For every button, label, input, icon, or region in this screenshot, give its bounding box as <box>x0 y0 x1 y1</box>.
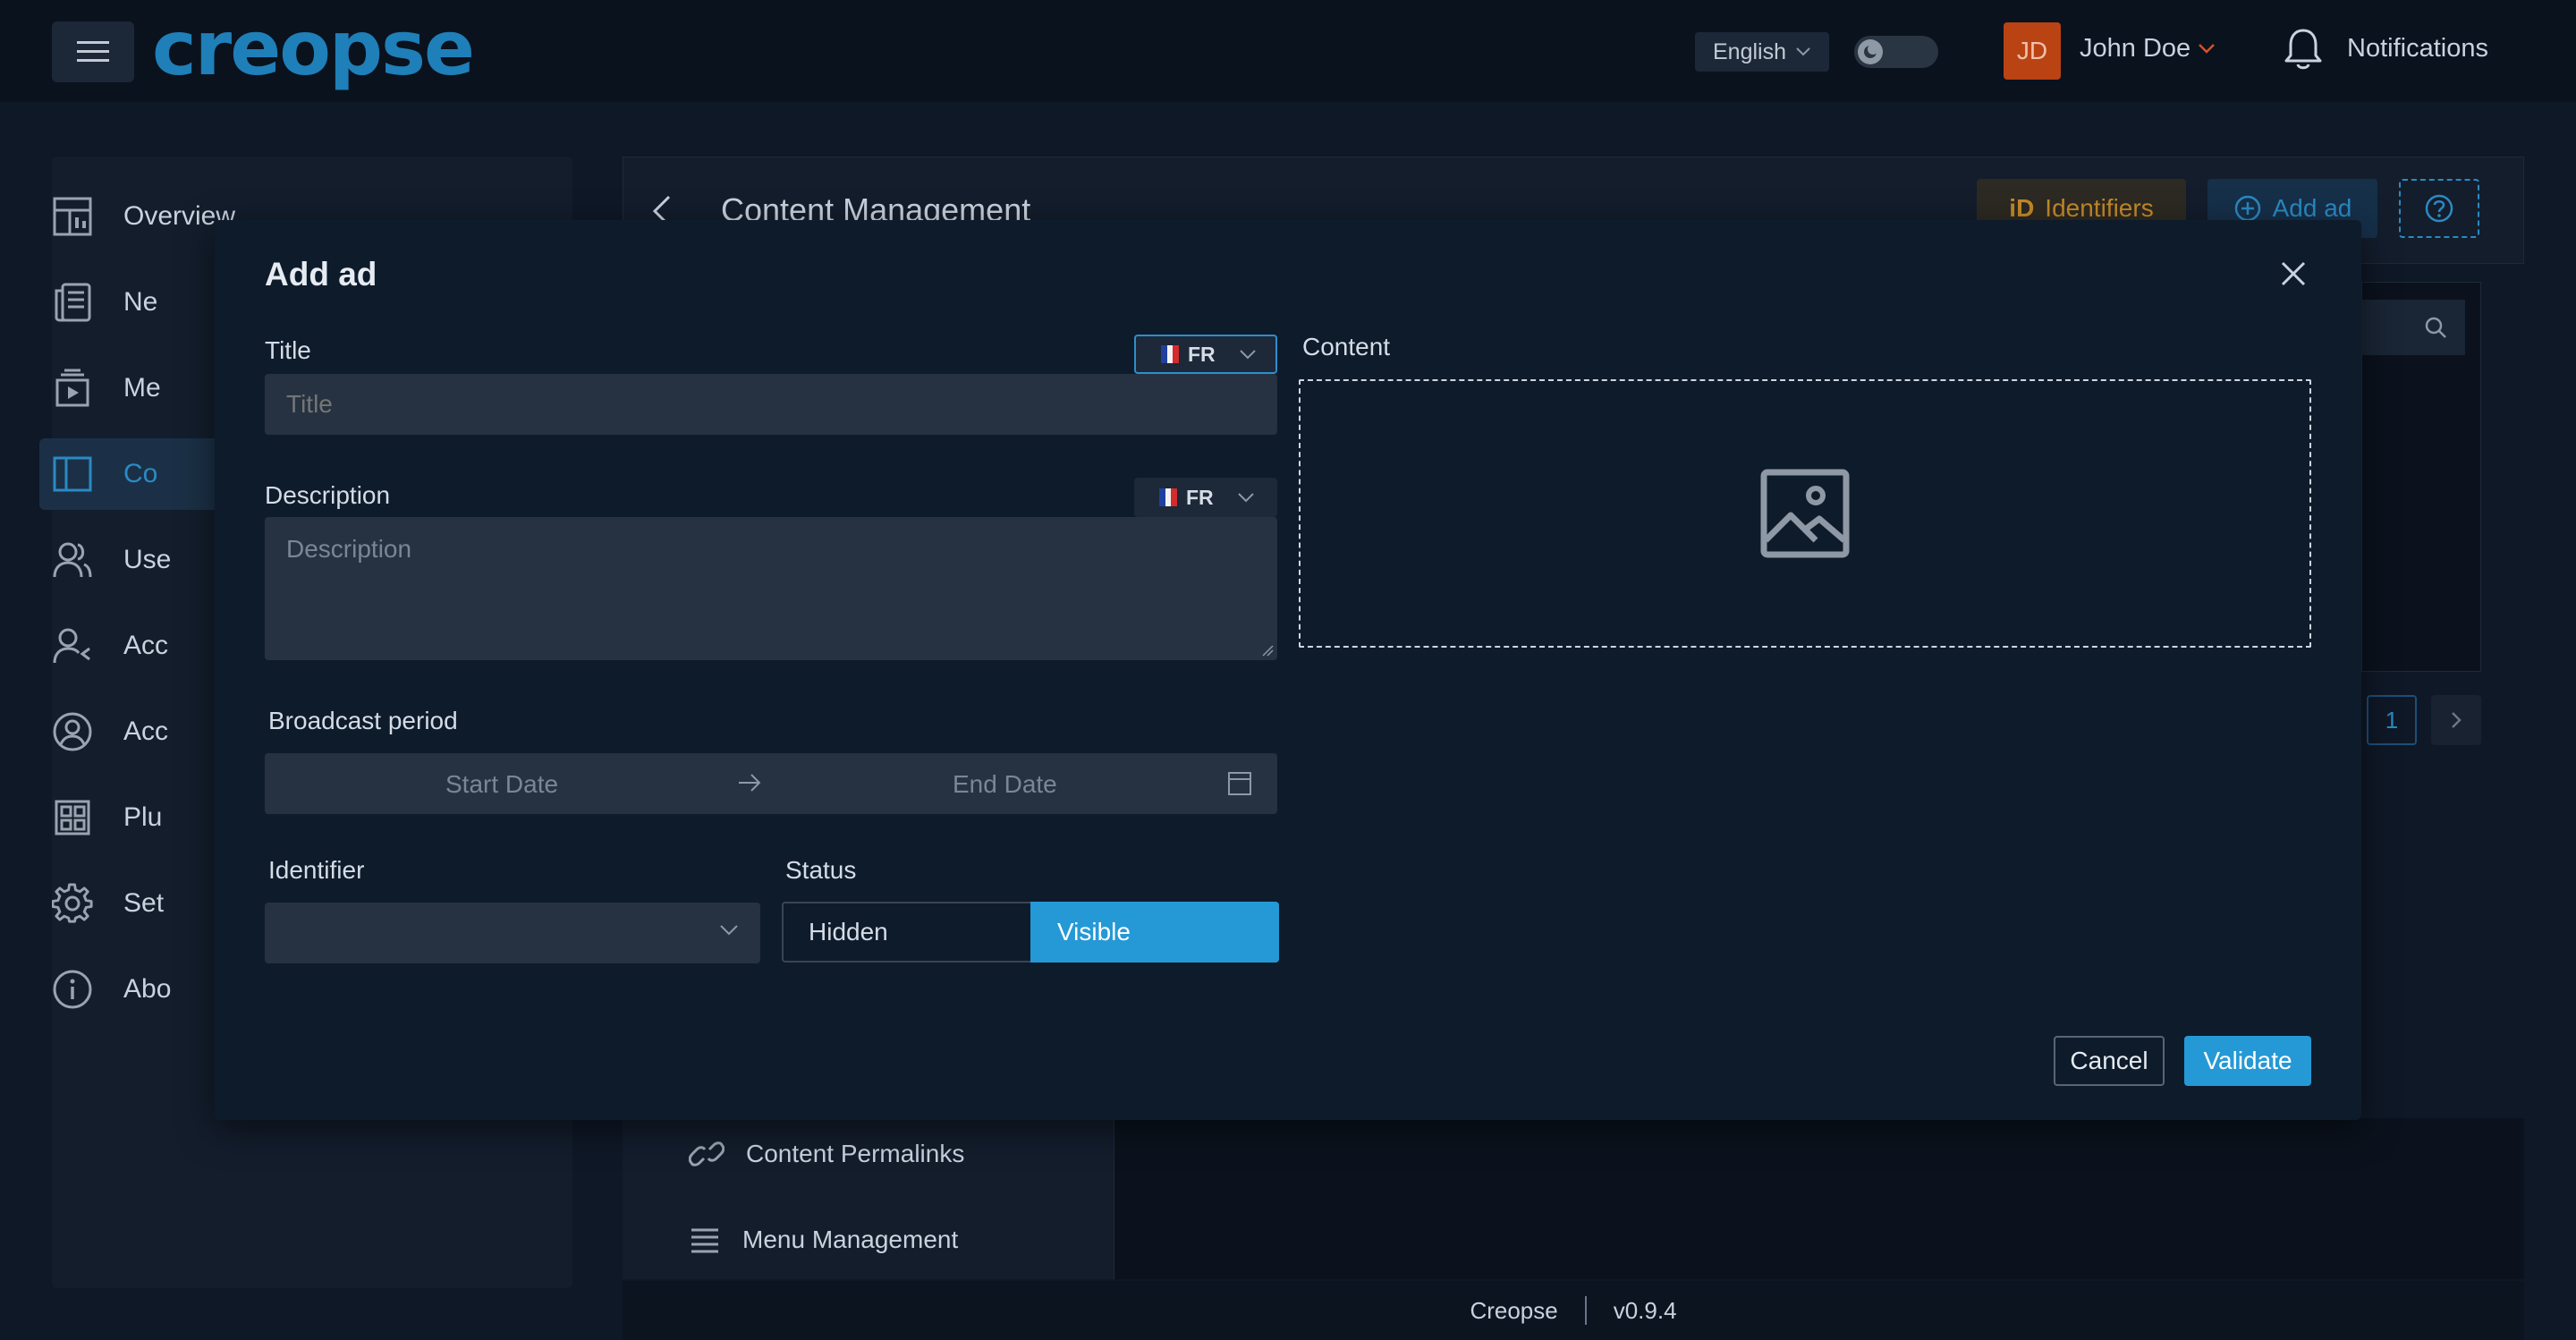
pagination-page[interactable]: 1 <box>2367 695 2417 745</box>
top-bar: creopse English JD John Doe Notification… <box>0 0 2576 102</box>
users-icon <box>53 542 92 578</box>
chevron-down-icon <box>1796 47 1810 56</box>
logo[interactable]: creopse <box>152 4 475 93</box>
user-name: John Doe <box>2080 34 2191 63</box>
description-placeholder: Description <box>286 535 412 563</box>
sidebar-item-label: Plu <box>123 802 163 832</box>
avatar[interactable]: JD <box>2004 22 2061 80</box>
sidebar-item-label: Acc <box>123 717 169 746</box>
user-access-icon <box>53 628 90 664</box>
image-icon <box>1760 469 1850 558</box>
identifier-select[interactable] <box>265 903 760 963</box>
language-select[interactable]: English <box>1695 32 1829 72</box>
cancel-button[interactable]: Cancel <box>2054 1036 2165 1086</box>
status-visible-option[interactable]: Visible <box>1030 902 1279 963</box>
notifications-link[interactable]: Notifications <box>2347 34 2488 64</box>
sidebar-item-label: Me <box>123 373 161 403</box>
gear-icon <box>52 883 93 923</box>
status-toggle: Hidden Visible <box>782 902 1279 963</box>
chevron-down-icon <box>1239 350 1256 360</box>
image-upload-dropzone[interactable] <box>1299 379 2311 648</box>
validate-button[interactable]: Validate <box>2184 1036 2311 1086</box>
status-hidden-option[interactable]: Hidden <box>782 902 1030 963</box>
content-label: Content <box>1302 333 1391 360</box>
title-label: Title <box>265 336 311 364</box>
add-ad-label: Add ad <box>2272 194 2352 222</box>
identifiers-label: Identifiers <box>2045 194 2154 222</box>
layout-icon <box>53 456 92 492</box>
account-icon <box>53 712 92 751</box>
footer-divider <box>1584 1296 1587 1325</box>
status-label: Status <box>785 856 857 884</box>
broadcast-period-label: Broadcast period <box>268 707 458 734</box>
chevron-right-icon <box>2452 712 2462 728</box>
plus-circle-icon <box>2234 195 2260 222</box>
footer: Creopse v0.9.4 <box>623 1281 2524 1340</box>
description-textarea[interactable]: Description <box>265 517 1277 660</box>
help-button[interactable] <box>2399 179 2479 238</box>
hamburger-icon <box>77 41 109 62</box>
bell-icon[interactable] <box>2283 27 2324 72</box>
moon-icon <box>1858 39 1883 64</box>
question-circle-icon <box>2425 194 2453 223</box>
newspaper-icon <box>55 283 91 322</box>
calendar-icon <box>1228 772 1251 795</box>
submenu-item-label: Content Permalinks <box>746 1140 965 1167</box>
chevron-down-icon <box>1237 493 1254 503</box>
sidebar-item-label: Abo <box>123 974 172 1004</box>
submenu-item-menu-management[interactable]: Menu Management <box>689 1226 958 1254</box>
arrow-right-icon <box>739 774 761 792</box>
resize-handle-icon[interactable] <box>1261 644 1274 657</box>
info-icon <box>53 970 92 1009</box>
date-range-picker[interactable]: Start Date End Date <box>265 753 1277 814</box>
menu-toggle-button[interactable] <box>52 21 134 82</box>
description-label: Description <box>265 481 391 509</box>
description-language-label: FR <box>1186 485 1214 509</box>
sidebar-item-label: Set <box>123 888 165 918</box>
title-language-select[interactable]: FR <box>1134 335 1277 374</box>
description-language-select[interactable]: FR <box>1134 478 1277 517</box>
search-bar[interactable] <box>2361 300 2465 355</box>
plugins-icon <box>55 800 90 835</box>
menu-lines-icon <box>691 1228 718 1253</box>
title-language-label: FR <box>1188 342 1216 366</box>
theme-toggle[interactable] <box>1854 36 1938 68</box>
flag-fr-icon <box>1161 345 1180 363</box>
dashboard-icon <box>53 197 92 236</box>
modal-title: Add ad <box>265 256 377 293</box>
end-date-input[interactable]: End Date <box>953 770 1057 799</box>
sidebar-item-label: Acc <box>123 631 169 660</box>
link-icon <box>689 1141 724 1166</box>
pagination-next-button[interactable] <box>2431 695 2481 745</box>
identifier-label: Identifier <box>268 856 365 884</box>
content-area <box>1114 1118 2524 1279</box>
user-menu[interactable]: John Doe <box>2080 34 2216 64</box>
language-label: English <box>1713 38 1786 64</box>
footer-version: v0.9.4 <box>1613 1296 1677 1324</box>
search-icon <box>2425 317 2446 338</box>
footer-brand: Creopse <box>1470 1296 1558 1324</box>
flag-fr-icon <box>1159 488 1178 506</box>
media-icon <box>55 369 89 407</box>
add-ad-modal: Add ad Title FR Description FR Descripti… <box>215 220 2361 1120</box>
sidebar-item-label: Use <box>123 545 172 574</box>
id-icon: iD <box>2009 194 2035 222</box>
submenu-item-permalinks[interactable]: Content Permalinks <box>689 1140 964 1168</box>
start-date-input[interactable]: Start Date <box>445 770 558 799</box>
chevron-down-icon <box>720 925 738 936</box>
chevron-down-icon <box>2199 43 2216 54</box>
close-icon[interactable] <box>2277 258 2309 290</box>
submenu-item-label: Menu Management <box>742 1226 959 1253</box>
sidebar-item-label: Ne <box>123 287 158 317</box>
sidebar-item-label: Co <box>123 459 158 488</box>
title-input[interactable] <box>265 374 1277 435</box>
